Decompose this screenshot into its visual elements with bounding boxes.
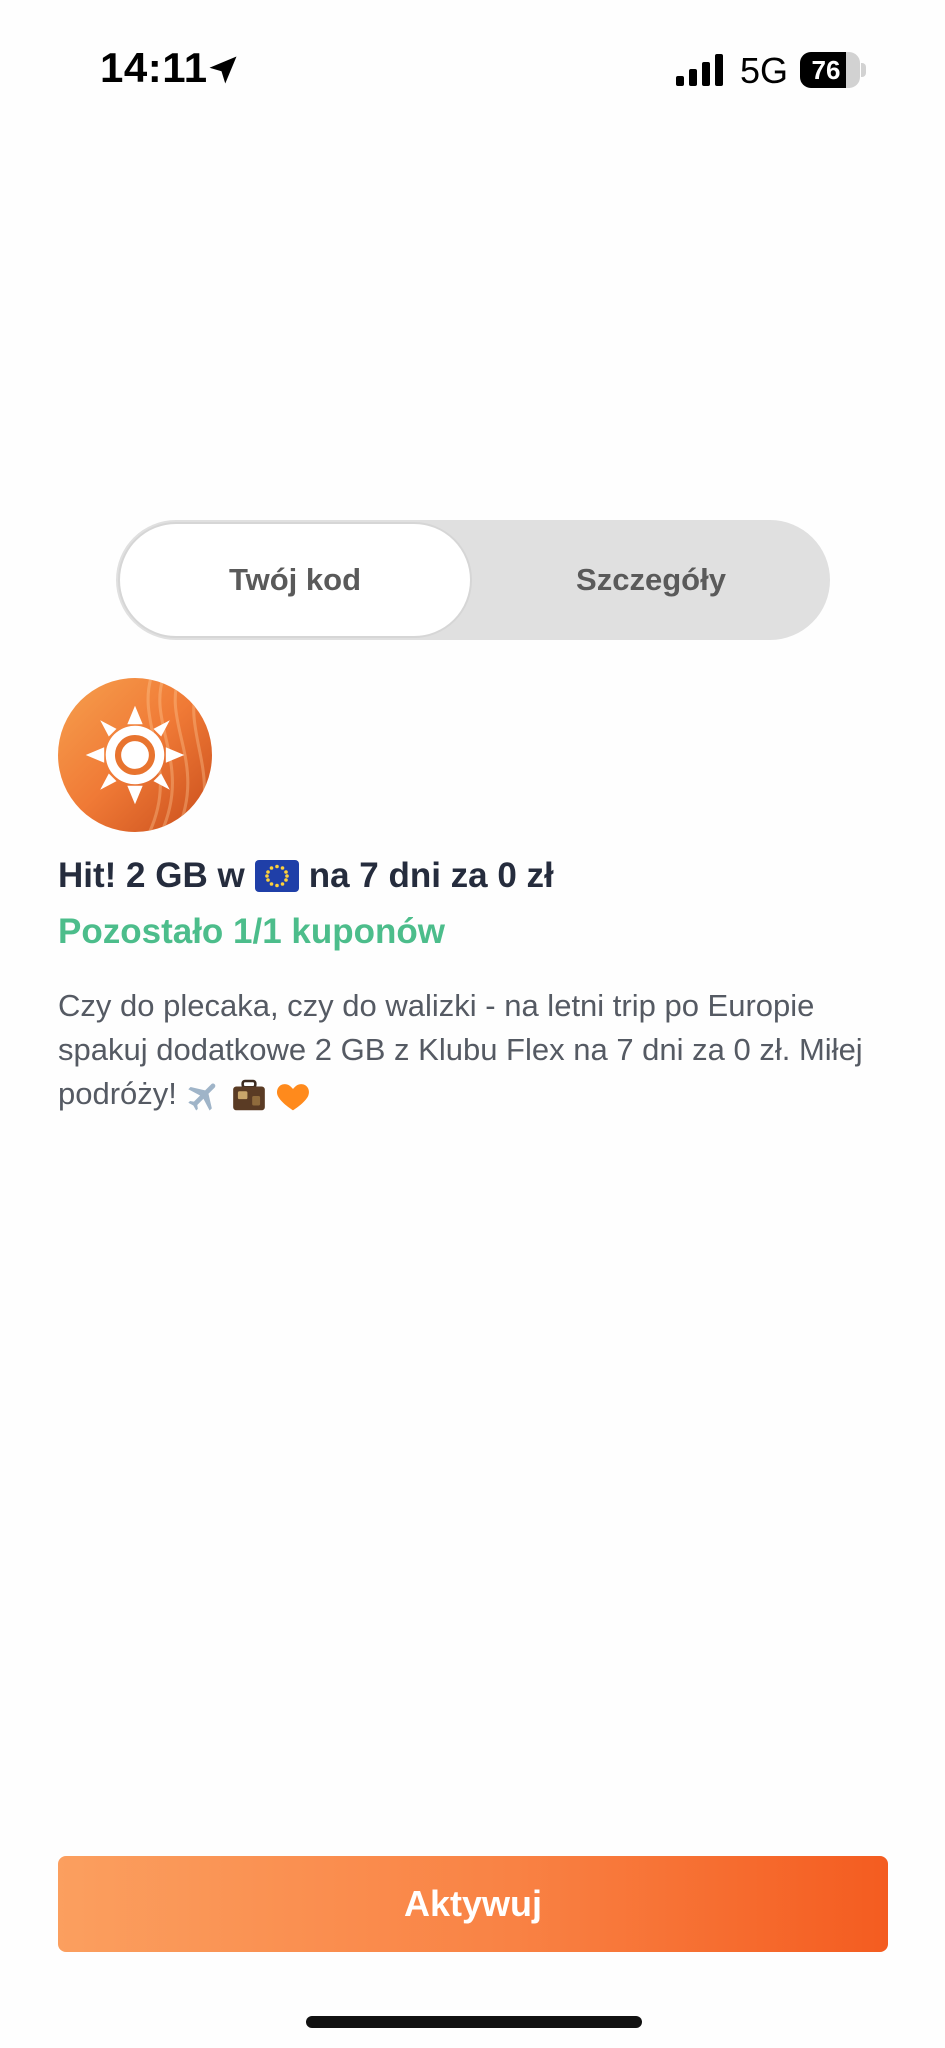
coupons-remaining: Pozostało 1/1 kuponów <box>58 912 445 951</box>
segmented-control: Twój kod Szczegóły <box>116 520 830 640</box>
location-arrow-icon <box>209 56 237 84</box>
coupon-screen: 14:11 5G 76 Twój kod Szczegóły Hit! 2 GB… <box>0 0 945 2048</box>
status-time: 14:11 <box>100 44 208 91</box>
sun-icon <box>58 678 212 832</box>
offer-description: Czy do plecaka, czy do walizki - na letn… <box>58 984 898 1116</box>
battery-icon: 76 <box>800 52 866 88</box>
cellular-signal-icon <box>676 54 723 86</box>
activate-button[interactable]: Aktywuj <box>58 1856 888 1952</box>
offer-title-start: Hit! 2 GB w <box>58 856 245 895</box>
tab-details[interactable]: Szczegóły <box>474 522 828 638</box>
offer-description-text: Czy do plecaka, czy do walizki - na letn… <box>58 988 863 1111</box>
tab-your-code[interactable]: Twój kod <box>118 522 472 638</box>
offer-title: Hit! 2 GB w na 7 dni za 0 zł <box>58 856 888 896</box>
airplane-icon <box>188 1083 216 1111</box>
home-indicator[interactable] <box>306 2016 642 2028</box>
status-bar: 14:11 5G 76 <box>0 0 945 140</box>
suitcase-icon <box>233 1079 265 1111</box>
battery-level: 76 <box>811 55 841 85</box>
offer-title-end: na 7 dni za 0 zł <box>308 856 554 895</box>
eu-flag-icon <box>254 860 299 892</box>
orange-heart-icon <box>276 1083 309 1111</box>
network-type: 5G <box>740 50 789 91</box>
